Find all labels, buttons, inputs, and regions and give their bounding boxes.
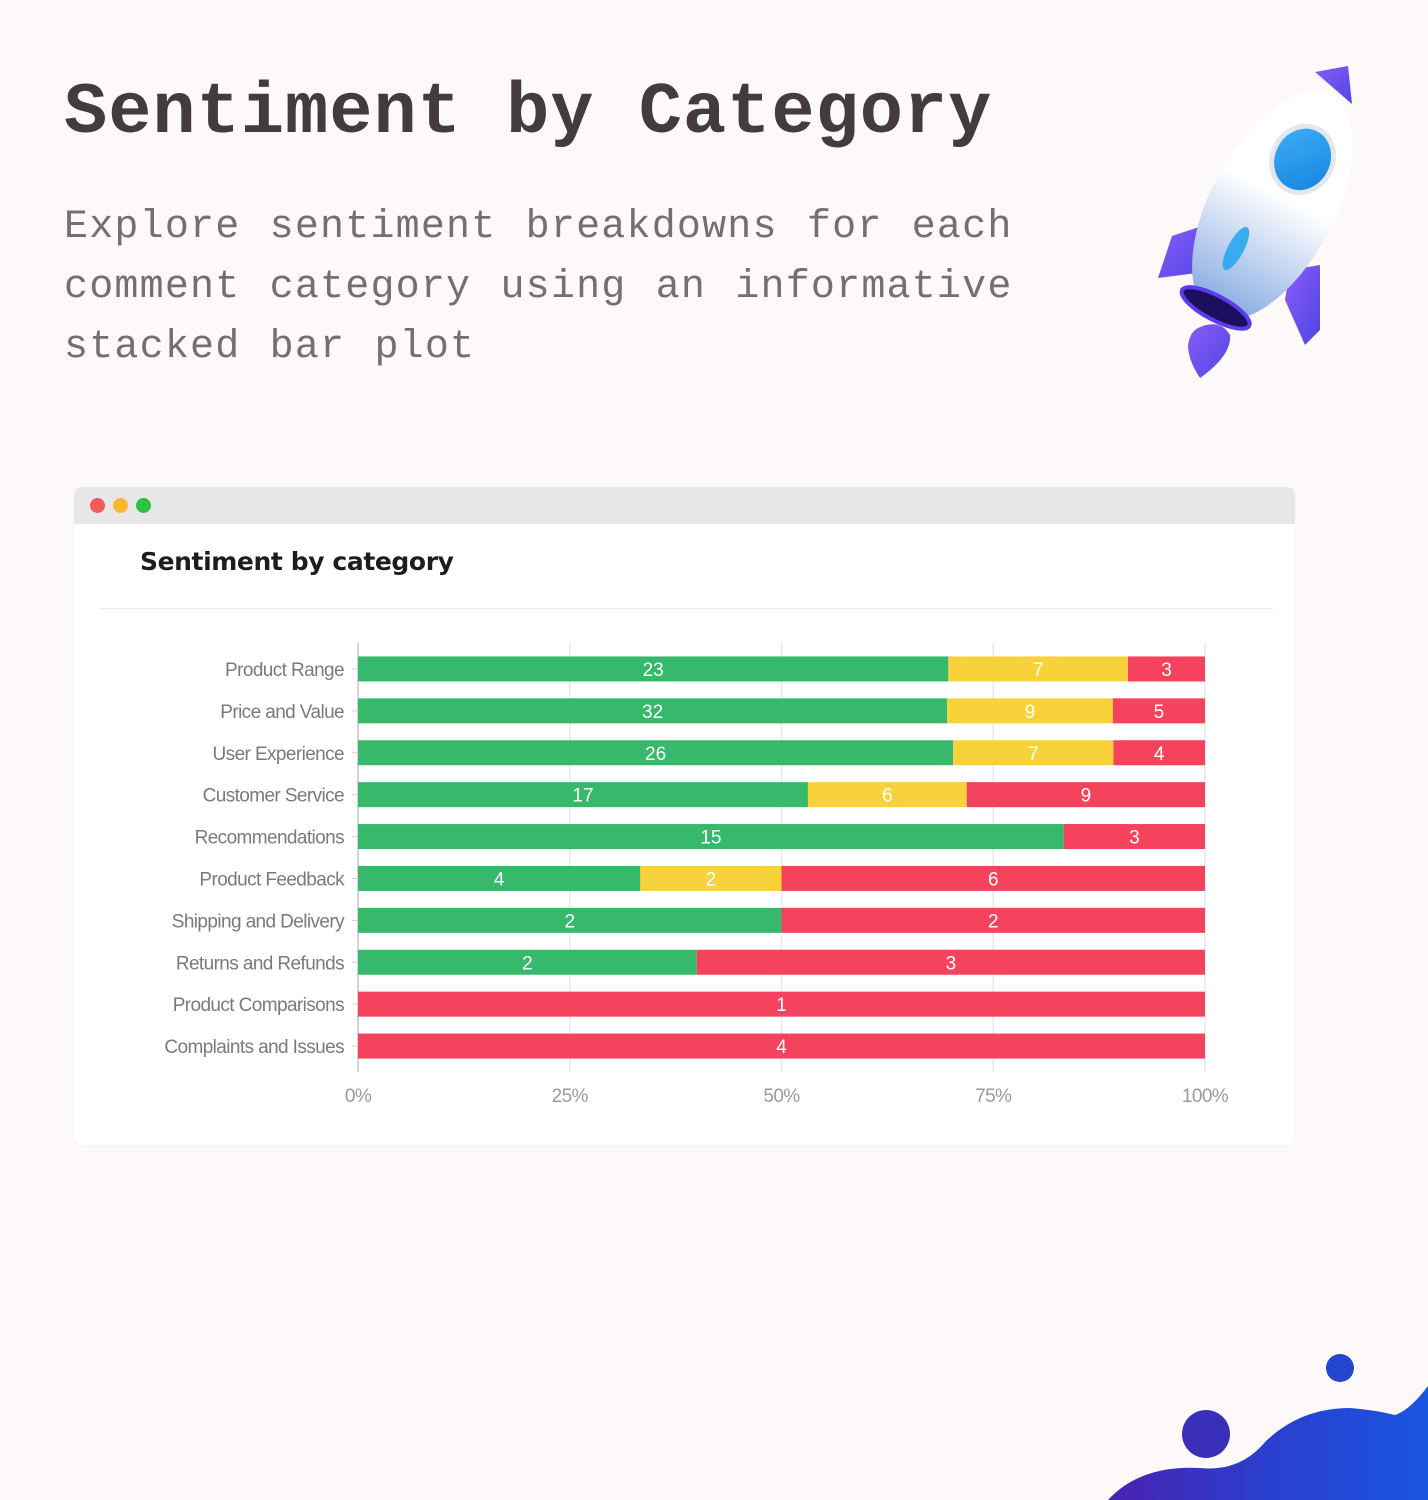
bar-value-label: 2 — [564, 911, 575, 932]
x-tick-label: 0% — [345, 1086, 372, 1107]
bar-value-label: 4 — [1154, 744, 1165, 765]
bar-value-label: 6 — [882, 786, 893, 807]
bar-value-label: 26 — [645, 744, 666, 765]
bar-value-label: 3 — [1129, 828, 1140, 849]
bar-value-label: 3 — [946, 953, 957, 974]
bar-value-label: 2 — [988, 911, 999, 932]
bar-value-label: 5 — [1154, 702, 1165, 723]
bar-value-label: 17 — [572, 786, 593, 807]
page-subtitle: Explore sentiment breakdowns for each co… — [64, 205, 1013, 370]
page-title: Sentiment by Category — [64, 72, 993, 154]
category-label: Returns and Refunds — [176, 953, 344, 974]
stacked-bar-chart: 0% 25% 50% 75% 100%Product Range 23 7 3Price an… — [164, 643, 1229, 1107]
category-label: Product Feedback — [199, 869, 345, 890]
category-label: User Experience — [213, 744, 344, 765]
bar-value-label: 15 — [700, 828, 721, 849]
category-label: Product Comparisons — [173, 995, 344, 1016]
x-tick-label: 25% — [552, 1086, 589, 1107]
category-label: Shipping and Delivery — [172, 911, 345, 932]
decorative-circle — [1182, 1410, 1230, 1458]
rocket-illustration — [1158, 66, 1353, 378]
bar-value-label: 7 — [1028, 744, 1039, 765]
x-tick-label: 100% — [1182, 1086, 1229, 1107]
x-tick-label: 50% — [763, 1086, 800, 1107]
bar-value-label: 23 — [643, 660, 664, 681]
bar-value-label: 2 — [522, 953, 533, 974]
decorative-circle — [1326, 1354, 1354, 1382]
bar-value-label: 2 — [706, 869, 717, 890]
bar-value-label: 7 — [1033, 660, 1044, 681]
bar-value-label: 1 — [776, 995, 787, 1016]
decorative-wave — [1108, 1354, 1428, 1500]
x-tick-label: 75% — [975, 1086, 1012, 1107]
bar-value-label: 6 — [988, 869, 999, 890]
category-label: Price and Value — [220, 702, 344, 723]
category-label: Complaints and Issues — [164, 1037, 344, 1058]
bar-value-label: 3 — [1161, 660, 1172, 681]
bar-value-label: 9 — [1081, 786, 1092, 807]
bar-value-label: 9 — [1025, 702, 1036, 723]
category-label: Customer Service — [203, 786, 344, 807]
bar-value-label: 4 — [494, 869, 505, 890]
bar-value-label: 32 — [642, 702, 663, 723]
category-label: Recommendations — [195, 828, 345, 849]
chart-window: Sentiment by category 0% 25% 50% 75% 100% Pro… — [74, 487, 1295, 1145]
category-label: Product Range — [225, 660, 344, 681]
rocket-flame — [1188, 324, 1231, 378]
bar-value-label: 4 — [776, 1037, 787, 1058]
